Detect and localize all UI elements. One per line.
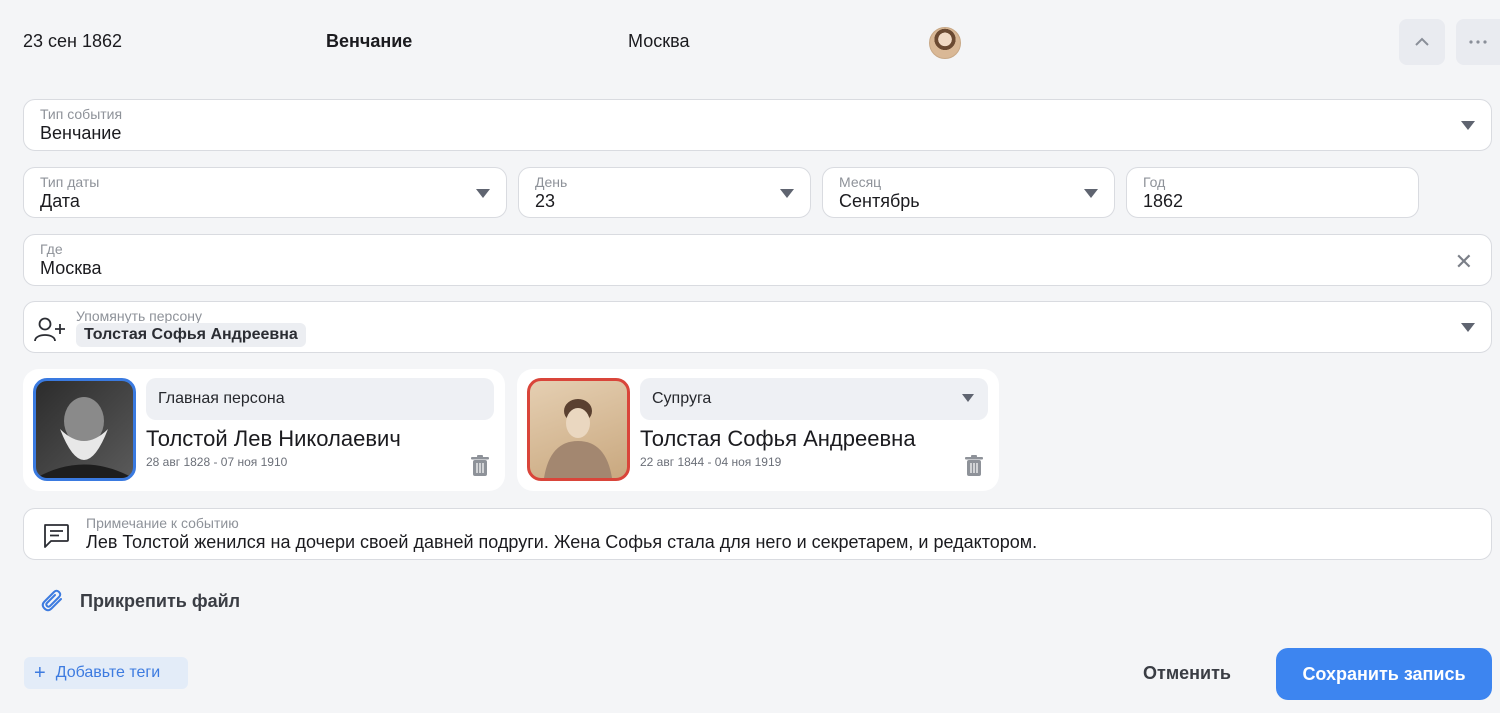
date-type-select[interactable]: Тип даты Дата: [23, 167, 507, 218]
place-value: Москва: [40, 258, 102, 278]
person-dates: 28 авг 1828 - 07 ноя 1910: [146, 455, 288, 469]
more-horizontal-icon: [1469, 40, 1487, 44]
year-label: Год: [1143, 174, 1166, 190]
person-chip[interactable]: Толстая Софья Андреевна: [76, 323, 306, 347]
year-value: 1862: [1143, 191, 1184, 211]
role-select[interactable]: Супруга: [640, 378, 988, 420]
caret-down-icon: [1461, 323, 1475, 332]
caret-down-icon: [962, 394, 974, 402]
caret-down-icon: [476, 189, 490, 198]
add-tags-label: Добавьте теги: [55, 664, 161, 681]
plus-icon: +: [34, 662, 46, 684]
person-card-main: Главная персона Толстой Лев Николаевич 2…: [23, 369, 505, 491]
paperclip-icon: [41, 589, 62, 612]
mention-label: Упомянуть персону: [76, 308, 202, 324]
event-type-value: Венчание: [40, 123, 122, 143]
clear-icon[interactable]: ✕: [1455, 249, 1473, 275]
event-type-title: Венчание: [326, 31, 413, 51]
event-place: Москва: [628, 31, 690, 51]
month-label: Месяц: [839, 174, 882, 190]
person-avatar: [929, 27, 961, 59]
collapse-button[interactable]: [1399, 19, 1445, 65]
caret-down-icon: [1084, 189, 1098, 198]
chevron-up-icon: [1415, 37, 1429, 46]
role-field: Главная персона: [146, 378, 494, 420]
caret-down-icon: [780, 189, 794, 198]
person-name: Толстой Лев Николаевич: [146, 426, 401, 451]
day-select[interactable]: День 23: [518, 167, 811, 218]
note-value: Лев Толстой женился на дочери своей давн…: [86, 532, 1038, 552]
month-value: Сентябрь: [839, 191, 920, 211]
comment-icon: [44, 524, 69, 548]
trash-icon[interactable]: [471, 455, 489, 477]
place-label: Где: [40, 241, 63, 257]
person-photo: [33, 378, 136, 481]
person-name: Толстая Софья Андреевна: [640, 426, 916, 451]
add-tags-button[interactable]: + Добавьте теги: [24, 657, 188, 689]
person-photo: [527, 378, 630, 481]
role-value: Супруга: [652, 390, 712, 407]
cancel-button[interactable]: Отменить: [1143, 663, 1231, 684]
month-select[interactable]: Месяц Сентябрь: [822, 167, 1115, 218]
attach-file-label: Прикрепить файл: [80, 590, 241, 611]
caret-down-icon: [1461, 121, 1475, 130]
note-label: Примечание к событию: [86, 515, 239, 531]
event-type-label: Тип события: [40, 106, 123, 122]
place-field[interactable]: Где Москва ✕: [23, 234, 1492, 286]
trash-icon[interactable]: [965, 455, 983, 477]
year-field[interactable]: Год 1862: [1126, 167, 1419, 218]
day-value: 23: [535, 191, 556, 211]
event-date: 23 сен 1862: [23, 31, 123, 51]
day-label: День: [535, 174, 568, 190]
event-note-field[interactable]: Примечание к событию Лев Толстой женился…: [23, 508, 1492, 560]
mention-person-select[interactable]: Упомянуть персону Толстая Софья Андреевн…: [23, 301, 1492, 353]
date-type-label: Тип даты: [40, 174, 100, 190]
person-dates: 22 авг 1844 - 04 ноя 1919: [640, 455, 782, 469]
date-type-value: Дата: [40, 191, 80, 211]
person-card-spouse: Супруга Толстая Софья Андреевна 22 авг 1…: [517, 369, 999, 491]
attach-file-button[interactable]: Прикрепить файл: [40, 588, 240, 614]
add-person-icon: [34, 317, 65, 342]
more-button[interactable]: [1456, 19, 1500, 65]
save-button[interactable]: Сохранить запись: [1276, 648, 1492, 700]
event-type-select[interactable]: Тип события Венчание: [23, 99, 1492, 151]
